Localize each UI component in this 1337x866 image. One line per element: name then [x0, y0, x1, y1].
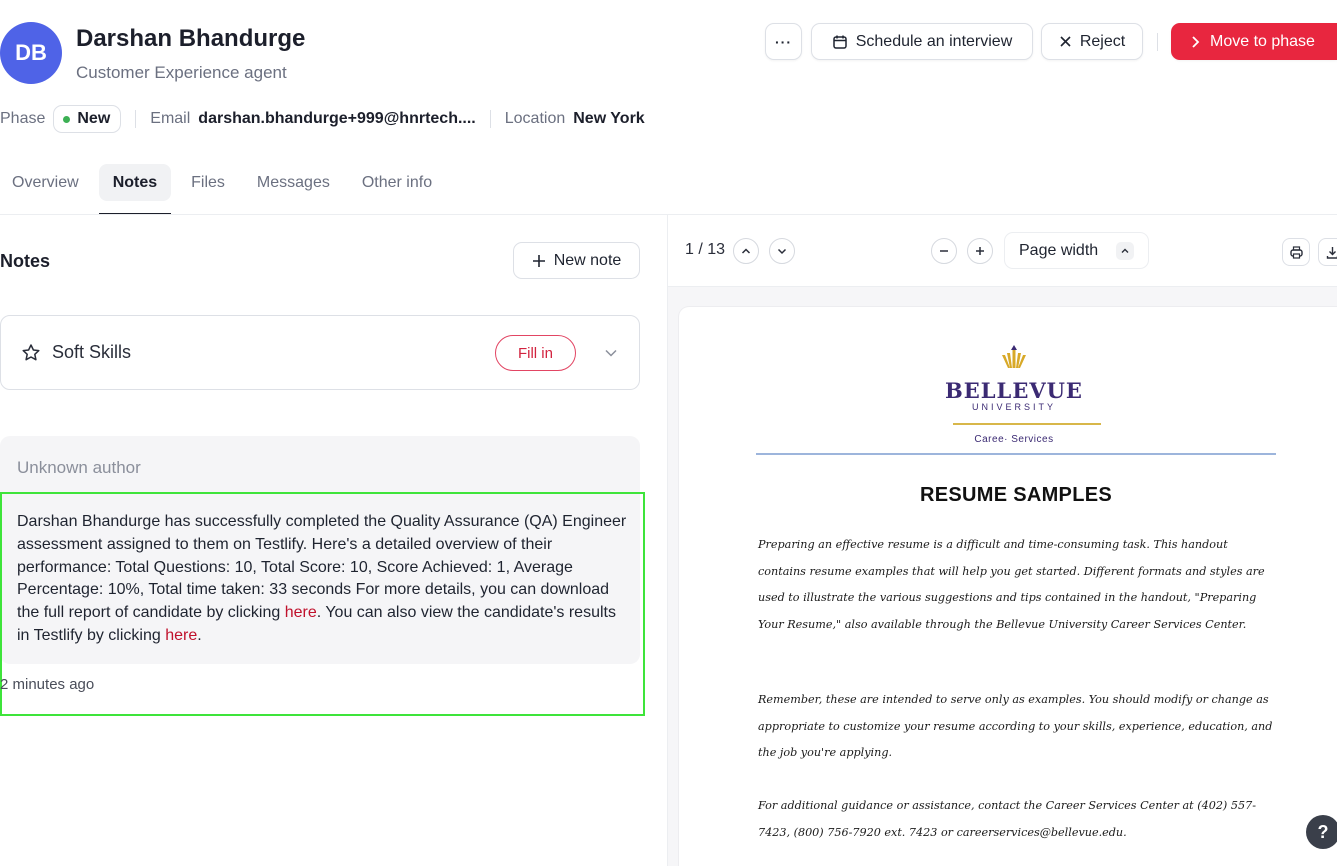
document-paragraph: Preparing an effective resume is a diffi…: [758, 538, 1265, 631]
avatar: DB: [0, 22, 62, 84]
fill-in-button[interactable]: Fill in: [495, 335, 576, 371]
zoom-mode-value: Page width: [1019, 241, 1099, 259]
candidate-meta: Phase New Email darshan.bhandurge+999@hn…: [0, 104, 645, 134]
career-services-label: Caree· Services: [974, 434, 1054, 445]
document-page: BELLEVUE UNIVERSITY Caree· Services RESU…: [679, 307, 1337, 866]
chevron-up-icon: [741, 248, 751, 254]
download-icon: [1326, 246, 1337, 259]
university-logo: BELLEVUE UNIVERSITY: [679, 343, 1337, 412]
location-label: Location: [504, 110, 566, 127]
university-crest-icon: [1002, 345, 1026, 368]
tab-files[interactable]: Files: [179, 164, 237, 201]
document-viewer: 1 / 13 Page width BELLEVUE UNIVERSITY Ca…: [668, 215, 1337, 866]
note-highlight-box: [0, 492, 645, 716]
logo-divider: [953, 423, 1101, 425]
chevron-right-icon: [1192, 35, 1200, 48]
scorecard-soft-skills[interactable]: Soft Skills Fill in: [0, 315, 640, 390]
move-to-phase-label: Move to phase: [1210, 32, 1315, 50]
minus-icon: [940, 250, 948, 252]
notes-panel: Notes New note Soft Skills Fill in Unkno…: [0, 215, 667, 866]
email-label: Email: [150, 110, 191, 127]
star-icon: [22, 343, 40, 360]
zoom-out-button[interactable]: [931, 238, 957, 264]
document-paragraph: Remember, these are intended to serve on…: [758, 693, 1273, 759]
tab-overview[interactable]: Overview: [0, 164, 91, 201]
notes-title: Notes: [0, 251, 51, 271]
candidate-role: Customer Experience agent: [76, 63, 287, 82]
location-value: New York: [573, 110, 645, 127]
header-divider: [1157, 33, 1158, 51]
header-rule: [756, 453, 1276, 455]
plus-icon: [976, 247, 984, 255]
tab-messages[interactable]: Messages: [245, 164, 342, 201]
new-note-button[interactable]: New note: [513, 242, 640, 279]
document-paragraph: For additional guidance or assistance, c…: [758, 799, 1256, 839]
next-page-button[interactable]: [769, 238, 795, 264]
phase-value: New: [77, 110, 111, 127]
note-author: Unknown author: [17, 458, 141, 477]
tab-notes[interactable]: Notes: [98, 164, 172, 215]
plus-icon: [532, 254, 545, 267]
reject-button[interactable]: Reject: [1041, 23, 1143, 60]
zoom-mode-select[interactable]: Page width: [1004, 232, 1149, 269]
status-dot-icon: [63, 115, 71, 123]
phase-label: Phase: [0, 110, 46, 127]
zoom-in-button[interactable]: [967, 238, 993, 264]
print-icon: [1289, 245, 1303, 259]
prev-page-button[interactable]: [733, 238, 759, 264]
meta-divider: [489, 110, 491, 128]
note-timestamp: 2 minutes ago: [0, 676, 95, 693]
university-subtitle: UNIVERSITY: [971, 402, 1056, 412]
chevron-down-icon[interactable]: [604, 346, 618, 360]
reject-label: Reject: [1079, 32, 1126, 50]
schedule-interview-button[interactable]: Schedule an interview: [811, 23, 1033, 60]
phase-badge[interactable]: New: [53, 105, 122, 133]
tab-other-info[interactable]: Other info: [350, 164, 444, 201]
download-button[interactable]: [1318, 238, 1337, 266]
chevron-up-icon: [1116, 242, 1134, 260]
university-name: BELLEVUE: [945, 378, 1083, 403]
print-button[interactable]: [1282, 238, 1310, 266]
more-actions-button[interactable]: ···: [765, 23, 802, 60]
scorecard-label: Soft Skills: [52, 342, 132, 362]
close-icon: [1060, 36, 1071, 47]
viewer-toolbar: 1 / 13 Page width: [668, 215, 1337, 287]
schedule-interview-label: Schedule an interview: [855, 32, 1013, 50]
document-title: RESUME SAMPLES: [919, 484, 1112, 506]
new-note-label: New note: [553, 251, 622, 269]
page-counter: 1 / 13: [685, 241, 726, 258]
chevron-down-icon: [777, 248, 787, 255]
candidate-name: Darshan Bhandurge: [76, 25, 306, 52]
help-button[interactable]: ?: [1306, 815, 1337, 849]
email-value[interactable]: darshan.bhandurge+999@hnrtech....: [198, 110, 475, 128]
tab-bar: Overview Notes Files Messages Other info: [0, 164, 452, 215]
meta-divider: [135, 110, 137, 128]
calendar-icon: [832, 35, 847, 49]
move-to-phase-button[interactable]: Move to phase: [1171, 23, 1337, 60]
